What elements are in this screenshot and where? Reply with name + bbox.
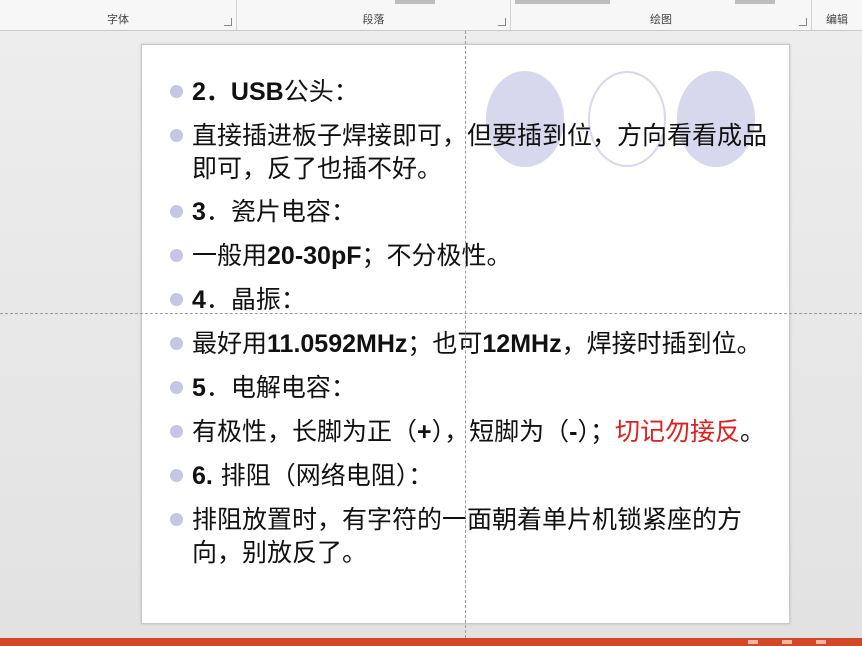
ribbon-group-label: 编辑 <box>826 13 848 26</box>
view-button[interactable] <box>748 640 758 644</box>
bullet-dot-icon <box>170 85 183 98</box>
dialog-launcher-icon[interactable] <box>799 18 807 26</box>
ribbon: 字体 段落 绘图 编辑 <box>0 0 862 31</box>
bullet-dot-icon <box>170 381 183 394</box>
bullet-dot-icon <box>170 129 183 142</box>
bullet-text: 公头： <box>283 77 359 106</box>
ribbon-group-label: 字体 <box>107 13 129 26</box>
view-button[interactable] <box>782 640 792 644</box>
ribbon-group-label: 绘图 <box>650 13 672 26</box>
bullet-item: 4．晶振： <box>168 283 768 317</box>
bullet-text: 5 <box>192 374 206 402</box>
bullet-text: 排阻（网络电阻）： <box>212 461 434 490</box>
bullet-text: 11.0592MHz <box>267 330 408 358</box>
bullet-text: 最好用 <box>192 329 268 358</box>
bullet-item: 2．USB公头： <box>168 75 768 109</box>
bullet-text: ；不分极性。 <box>361 241 512 270</box>
ribbon-group-editing: 编辑 <box>812 0 862 30</box>
horizontal-guide-line[interactable] <box>0 313 862 314</box>
bullet-text: 。 <box>740 417 766 446</box>
bullet-dot-icon <box>170 469 183 482</box>
bullet-dot-icon <box>170 513 183 526</box>
bullet-dot-icon <box>170 425 183 438</box>
view-button[interactable] <box>816 640 826 644</box>
bullet-dot-icon <box>170 249 183 262</box>
bullet-text: 12MHz <box>482 330 562 358</box>
bullet-text: + <box>417 418 432 446</box>
ribbon-group-drawing: 绘图 <box>511 0 812 30</box>
status-bar <box>0 638 862 646</box>
slide-text-box[interactable]: 2．USB公头： 直接插进板子焊接即可，但要插到位，方向看看成品即可，反了也插不好… <box>168 75 768 579</box>
bullet-text: ，焊接时插到位。 <box>561 329 762 358</box>
bullet-text: ）； <box>577 417 615 446</box>
bullet-text: 6. <box>192 462 213 490</box>
bullet-text: ），短脚为（ <box>431 417 570 446</box>
vertical-guide-line[interactable] <box>465 31 466 638</box>
bullet-item: 排阻放置时，有字符的一面朝着单片机锁紧座的方向，别放反了。 <box>168 503 768 569</box>
bullet-text: 一般用 <box>192 241 268 270</box>
bullet-dot-icon <box>170 205 183 218</box>
bullet-item: 3．瓷片电容： <box>168 195 768 229</box>
bullet-text: 切记勿接反 <box>614 417 740 446</box>
bullet-text: 20-30pF <box>267 242 362 270</box>
bullet-text: 排阻放置时，有字符的一面朝着单片机锁紧座的方向，别放反了。 <box>192 505 743 567</box>
bullet-dot-icon <box>170 337 183 350</box>
bullet-item: 一般用20-30pF；不分极性。 <box>168 239 768 273</box>
bullet-item: 有极性，长脚为正（+），短脚为（-）；切记勿接反。 <box>168 415 768 449</box>
bullet-item: 5．电解电容： <box>168 371 768 405</box>
ribbon-group-label: 段落 <box>362 13 385 26</box>
bullet-text: 2． <box>192 78 231 106</box>
bullet-dot-icon <box>170 293 183 306</box>
slide-workspace: 2．USB公头： 直接插进板子焊接即可，但要插到位，方向看看成品即可，反了也插不好… <box>0 31 862 638</box>
bullet-text: USB <box>230 78 284 106</box>
ribbon-group-paragraph: 段落 <box>237 0 511 30</box>
bullet-text: 有极性，长脚为正（ <box>192 417 418 446</box>
dialog-launcher-icon[interactable] <box>498 18 506 26</box>
bullet-item: 6. 排阻（网络电阻）： <box>168 459 768 493</box>
bullet-text: ．晶振： <box>205 285 306 314</box>
bullet-text: ．瓷片电容： <box>205 197 356 226</box>
ribbon-group-font: 字体 <box>0 0 237 30</box>
bullet-text: 直接插进板子焊接即可，但要插到位，方向看看成品即可，反了也插不好。 <box>192 121 768 183</box>
dialog-launcher-icon[interactable] <box>224 18 232 26</box>
bullet-text: 4 <box>192 286 206 314</box>
bullet-item: 最好用11.0592MHz；也可12MHz，焊接时插到位。 <box>168 327 768 361</box>
bullet-item: 直接插进板子焊接即可，但要插到位，方向看看成品即可，反了也插不好。 <box>168 119 768 185</box>
bullet-text: 3 <box>192 198 206 226</box>
bullet-text: ；也可 <box>407 329 483 358</box>
bullet-text: ．电解电容： <box>205 373 356 402</box>
